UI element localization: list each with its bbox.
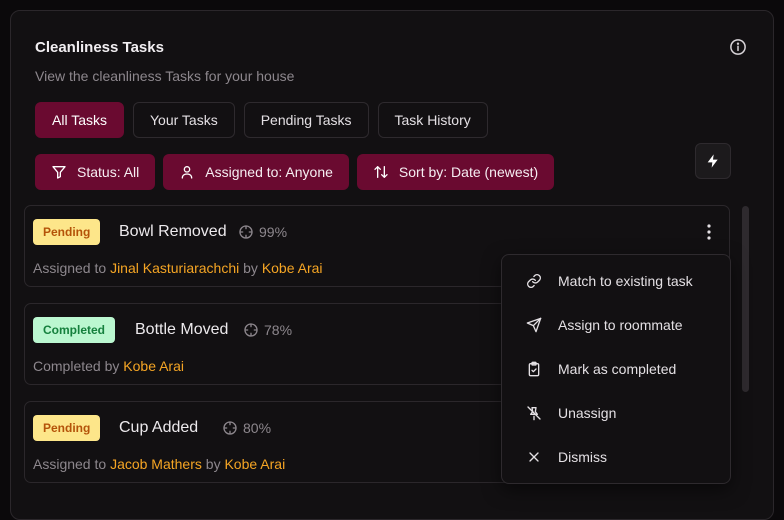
menu-item-complete[interactable]: Mark as completed (502, 347, 730, 391)
tab-task-history[interactable]: Task History (377, 102, 488, 138)
x-icon (529, 452, 539, 462)
confidence-value: 99% (259, 224, 288, 240)
confidence: 78% (243, 322, 292, 338)
meta-prefix: Completed by (33, 358, 120, 374)
info-icon[interactable] (729, 38, 747, 56)
task-meta: Assigned to Jacob Mathers by Kobe Arai (33, 456, 285, 472)
menu-item-dismiss[interactable]: Dismiss (502, 435, 730, 479)
author-name[interactable]: Kobe Arai (123, 358, 184, 374)
meta-by: by (205, 456, 221, 472)
pin-off-icon (527, 406, 541, 421)
task-meta: Assigned to Jinal Kasturiarachchi by Kob… (33, 260, 323, 276)
author-name[interactable]: Kobe Arai (262, 260, 323, 276)
assignee-name[interactable]: Jacob Mathers (110, 456, 202, 472)
task-name: Bottle Moved (135, 321, 229, 338)
sort-label: Sort by: Date (newest) (398, 164, 539, 180)
task-actions-menu: Match to existing task Assign to roommat… (501, 254, 731, 484)
tab-your-tasks[interactable]: Your Tasks (132, 102, 235, 138)
send-icon (526, 317, 542, 333)
more-options-icon[interactable] (703, 223, 715, 241)
task-name: Bowl Removed (119, 223, 227, 240)
confidence-value: 80% (243, 420, 272, 436)
task-tabs: All Tasks Your Tasks Pending Tasks Task … (35, 102, 488, 138)
assigned-filter-label: Assigned to: Anyone (205, 164, 333, 180)
menu-item-label: Unassign (558, 405, 617, 421)
meta-prefix: Assigned to (33, 456, 107, 472)
tab-pending-tasks[interactable]: Pending Tasks (243, 102, 369, 138)
author-name[interactable]: Kobe Arai (224, 456, 285, 472)
quick-action-button[interactable] (695, 143, 731, 179)
confidence: 80% (222, 420, 271, 436)
scrollbar[interactable] (742, 206, 749, 392)
page-subtitle: View the cleanliness Tasks for your hous… (35, 68, 295, 84)
sort-arrows-icon (374, 166, 388, 178)
menu-item-match[interactable]: Match to existing task (502, 259, 730, 303)
filter-icon (52, 166, 66, 179)
meta-by: by (243, 260, 258, 276)
assignee-name[interactable]: Jinal Kasturiarachchi (110, 260, 239, 276)
bolt-icon (707, 154, 718, 168)
menu-item-label: Dismiss (558, 449, 607, 465)
task-name: Cup Added (119, 419, 199, 436)
sort-button[interactable]: Sort by: Date (newest) (356, 154, 555, 190)
crosshair-icon (244, 323, 258, 337)
menu-item-unassign[interactable]: Unassign (502, 391, 730, 435)
status-filter-label: Status: All (77, 164, 140, 180)
user-icon (181, 166, 193, 179)
filter-bar: Status: All Assigned to: Anyone Sort by:… (35, 154, 555, 190)
status-filter-button[interactable]: Status: All (35, 154, 156, 190)
menu-item-assign[interactable]: Assign to roommate (502, 303, 730, 347)
menu-item-label: Assign to roommate (558, 317, 683, 333)
confidence-value: 78% (264, 322, 293, 338)
assigned-filter-button[interactable]: Assigned to: Anyone (163, 154, 349, 190)
link-icon (527, 274, 541, 288)
page-title: Cleanliness Tasks (35, 39, 164, 56)
status-badge: Pending (33, 219, 101, 245)
menu-item-label: Mark as completed (558, 361, 677, 377)
status-badge: Completed (33, 317, 116, 343)
menu-item-label: Match to existing task (558, 273, 693, 289)
tab-all-tasks[interactable]: All Tasks (35, 102, 124, 138)
crosshair-icon (223, 421, 237, 435)
clipboard-check-icon (528, 361, 540, 377)
confidence: 99% (238, 224, 287, 240)
crosshair-icon (239, 225, 253, 239)
status-badge: Pending (33, 415, 101, 441)
task-meta: Completed by Kobe Arai (33, 358, 184, 374)
meta-prefix: Assigned to (33, 260, 107, 276)
